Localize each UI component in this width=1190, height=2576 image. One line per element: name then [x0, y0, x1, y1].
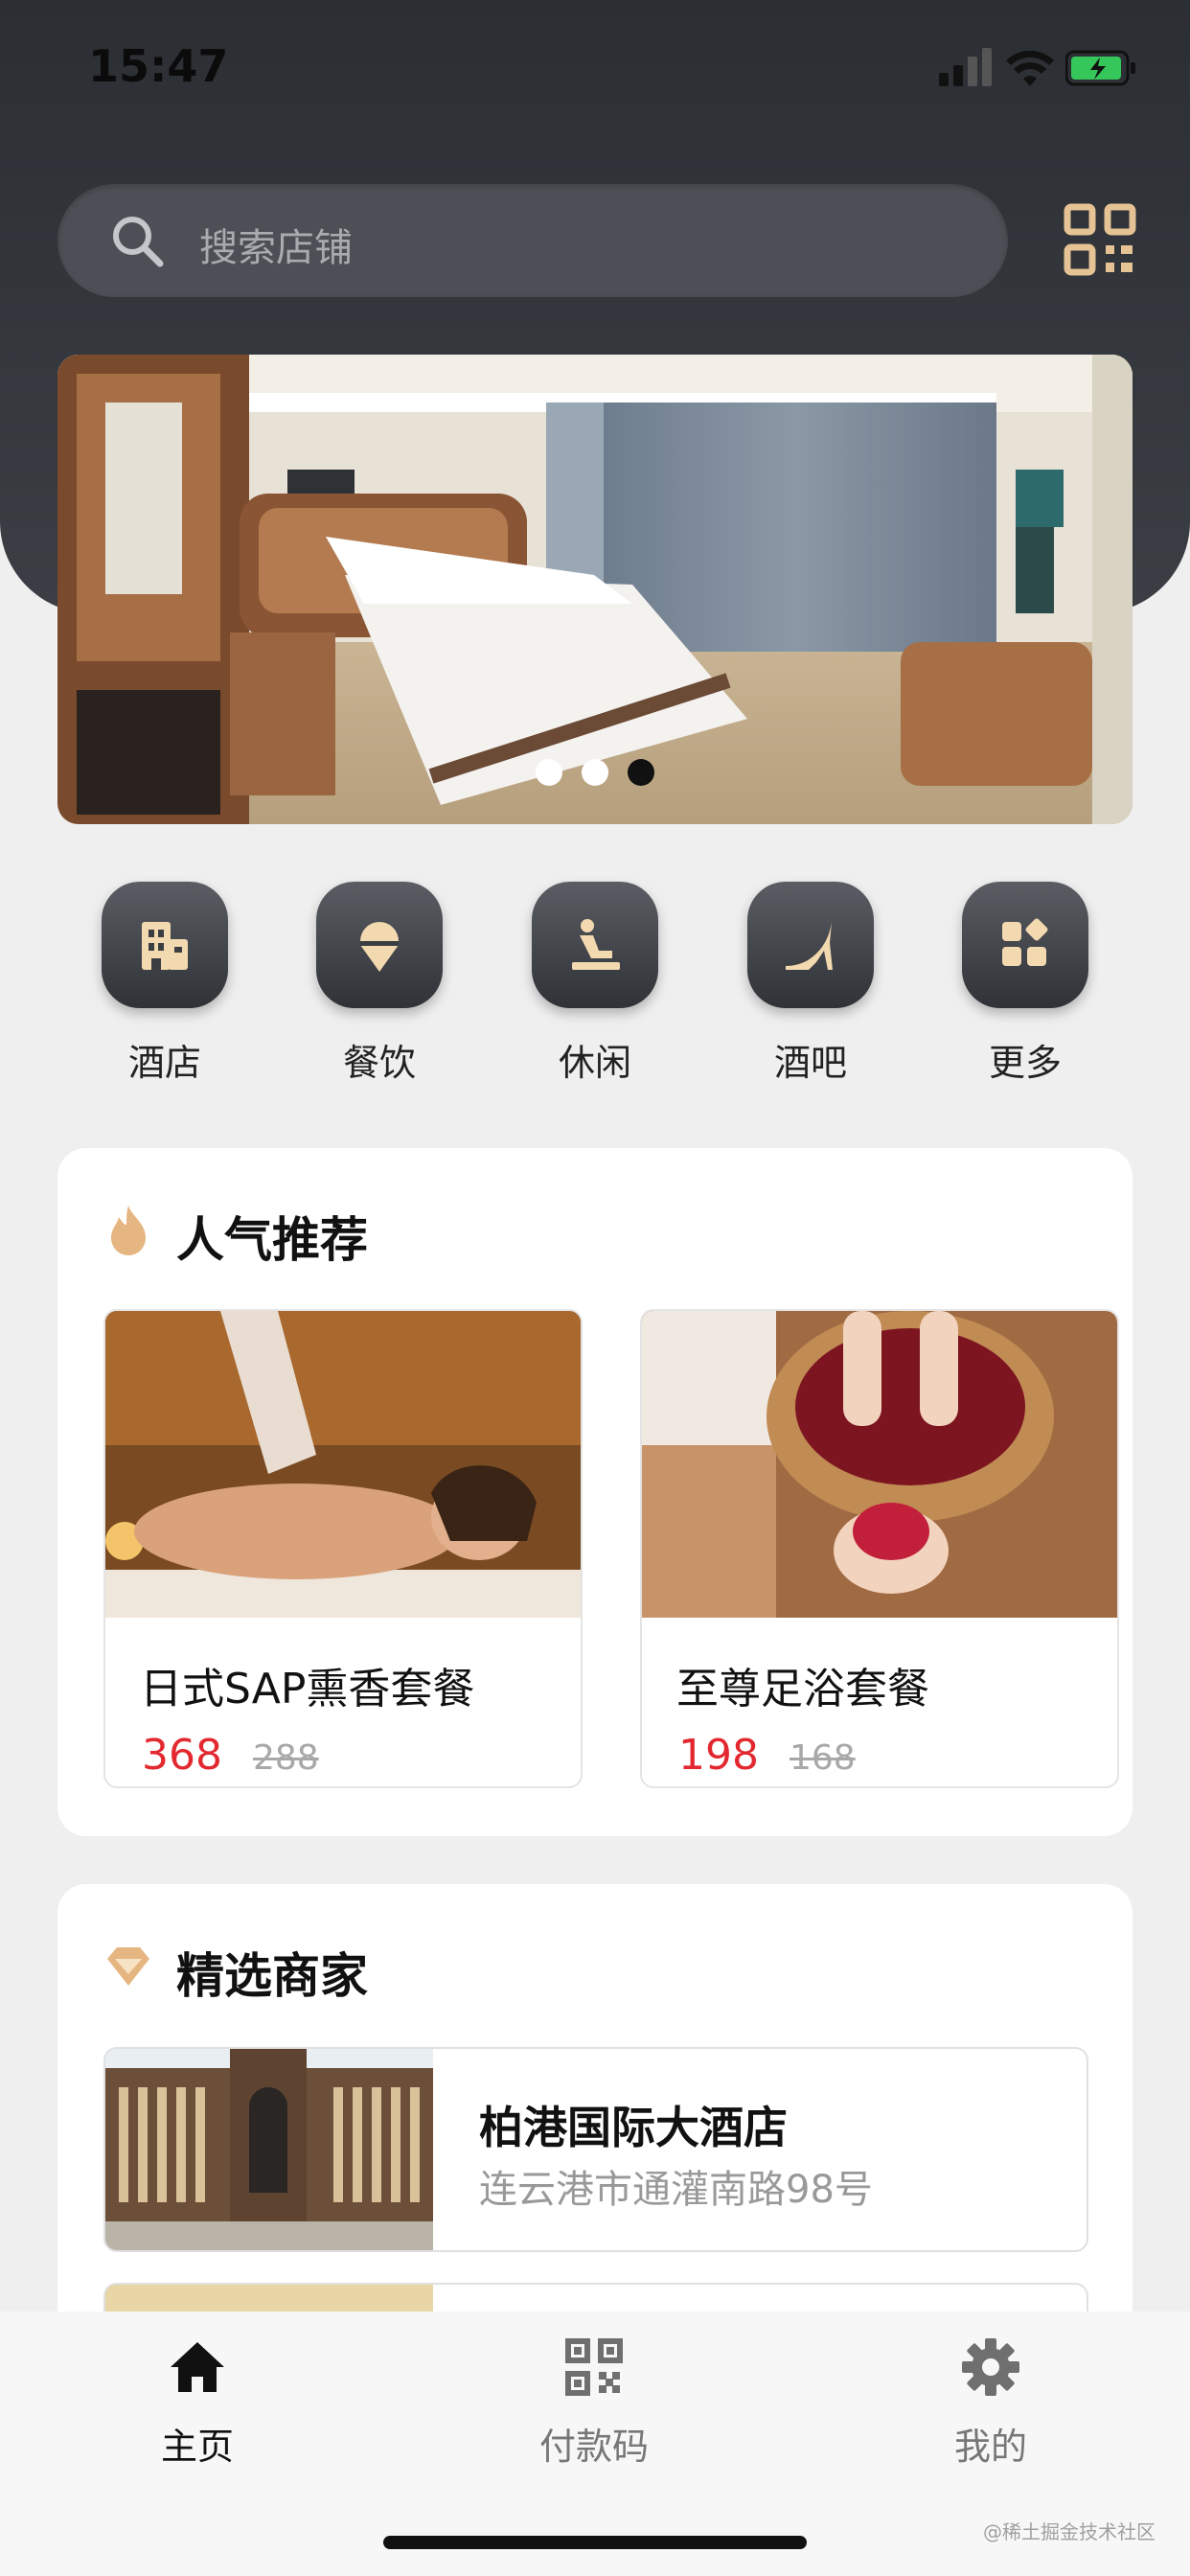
search-input[interactable]: 搜索店铺	[57, 184, 1008, 297]
merchant-address: 连云港市通灌南路98号	[479, 2168, 873, 2212]
item-name: 至尊足浴套餐	[676, 1665, 929, 1714]
home-indicator[interactable]	[383, 2536, 807, 2549]
category-leisure[interactable]: 休闲	[532, 882, 658, 1086]
tab-payment-code[interactable]: 付款码	[498, 2336, 690, 2470]
tab-home[interactable]: 主页	[102, 2336, 293, 2470]
category-label: 休闲	[558, 1042, 631, 1084]
tab-label: 主页	[160, 2426, 234, 2468]
section-title: 精选商家	[176, 1948, 368, 2004]
foot-bath-photo	[642, 1311, 1117, 1618]
merchant-item[interactable]: 柏港国际大酒店 连云港市通灌南路98号	[103, 2047, 1088, 2252]
recommend-item[interactable]: 至尊足浴套餐 198 168	[640, 1309, 1119, 1788]
ice-cream-icon	[360, 922, 399, 972]
category-bar[interactable]: 酒吧	[747, 882, 874, 1086]
carousel-dot[interactable]	[582, 759, 608, 786]
home-icon	[171, 2342, 224, 2392]
recommend-item[interactable]: 日式SAP熏香套餐 368 288	[103, 1309, 583, 1788]
carousel-dot[interactable]	[536, 759, 562, 786]
recommend-card: 人气推荐 日式SAP熏香套餐 368 288 至尊足浴套餐 198 168	[57, 1148, 1133, 1836]
hotel-building-photo	[105, 2049, 433, 2250]
category-label: 更多	[988, 1042, 1062, 1084]
carousel-dot-active[interactable]	[628, 759, 654, 786]
qr-scan-icon[interactable]	[1064, 203, 1136, 276]
category-label: 餐饮	[342, 1042, 416, 1084]
category-more[interactable]: 更多	[962, 882, 1088, 1086]
section-title: 人气推荐	[176, 1212, 368, 1268]
high-heel-icon	[786, 922, 833, 970]
category-dining[interactable]: 餐饮	[316, 882, 443, 1086]
battery-icon	[1065, 50, 1135, 86]
item-price: 198	[678, 1731, 759, 1780]
item-price: 368	[142, 1731, 222, 1780]
cellular-signal-icon	[939, 48, 992, 86]
massage-photo	[105, 1311, 581, 1618]
merchants-card: 精选商家 柏港国际大酒店 连云港市通灌南路98号	[57, 1884, 1133, 2382]
merchant-name: 柏港国际大酒店	[479, 2102, 788, 2153]
hotel-room-image	[57, 355, 1133, 824]
category-label: 酒吧	[773, 1042, 847, 1084]
item-original-price: 168	[790, 1738, 856, 1778]
category-label: 酒店	[127, 1042, 201, 1084]
wifi-icon	[1006, 50, 1054, 86]
flame-icon	[111, 1206, 146, 1255]
grid-more-icon	[1002, 918, 1048, 966]
massage-icon	[572, 919, 620, 970]
tab-mine[interactable]: 我的	[895, 2336, 1087, 2470]
tab-label: 我的	[953, 2426, 1027, 2468]
gear-icon	[962, 2338, 1019, 2396]
status-bar: 15:47	[0, 0, 1190, 144]
status-time: 15:47	[88, 40, 229, 92]
tab-label: 付款码	[538, 2426, 649, 2468]
item-original-price: 288	[253, 1738, 319, 1778]
qr-code-icon	[565, 2338, 623, 2396]
carousel-indicator	[57, 759, 1133, 790]
diamond-icon	[107, 1947, 149, 1986]
watermark: @稀土掘金技术社区	[983, 2520, 1156, 2543]
item-name: 日式SAP熏香套餐	[140, 1665, 475, 1714]
search-placeholder: 搜索店铺	[199, 226, 353, 270]
building-icon	[142, 922, 188, 970]
search-icon	[113, 217, 164, 267]
category-hotel[interactable]: 酒店	[102, 882, 228, 1086]
banner-carousel[interactable]	[57, 355, 1133, 824]
